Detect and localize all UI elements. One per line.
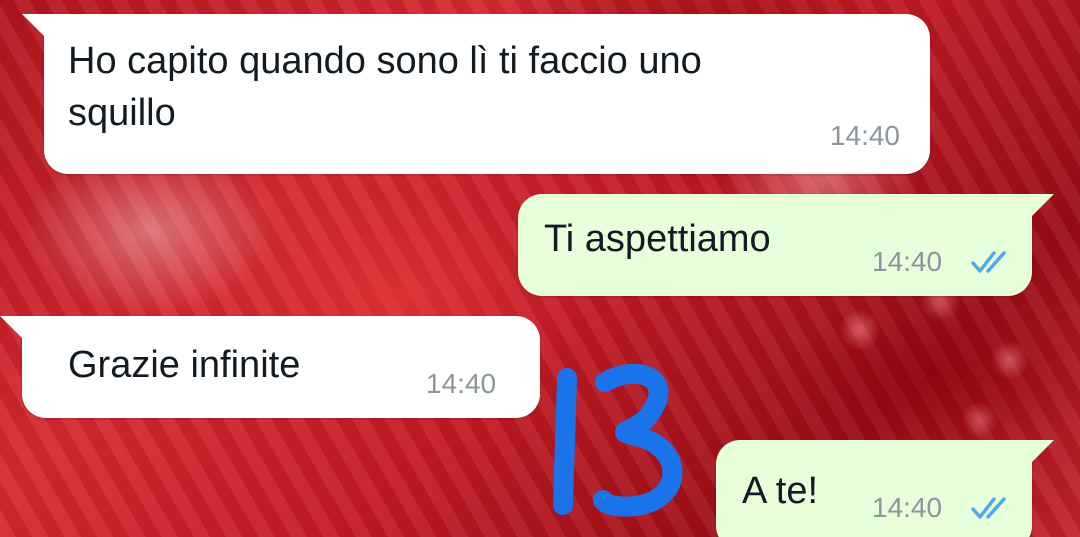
outgoing-message-bubble[interactable]: A te! 14:40 (716, 440, 1054, 537)
message-text-line: Ho capito quando sono lì ti faccio uno (68, 40, 702, 82)
bubble-tail (1032, 194, 1054, 216)
double-check-read-icon (971, 497, 1006, 519)
double-check-read-icon (971, 251, 1006, 273)
incoming-message-bubble[interactable]: Ho capito quando sono lì ti faccio uno s… (22, 14, 930, 174)
bubble-tail (22, 14, 44, 36)
message-timestamp: 14:40 (426, 368, 497, 399)
message-text: Ti aspettiamo (544, 218, 771, 260)
handwritten-number-annotation (553, 363, 683, 517)
message-timestamp: 14:40 (829, 120, 900, 151)
message-text: A te! (742, 470, 819, 512)
outgoing-message-bubble[interactable]: Ti aspettiamo 14:40 (518, 194, 1054, 296)
message-timestamp: 14:40 (872, 492, 943, 523)
bubble-tail (0, 316, 22, 338)
incoming-message-bubble[interactable]: Grazie infinite 14:40 (0, 316, 540, 418)
message-timestamp: 14:40 (872, 246, 943, 277)
message-text: Grazie infinite (68, 344, 301, 386)
bubble-tail (1032, 440, 1054, 462)
message-text-line: squillo (68, 92, 176, 134)
